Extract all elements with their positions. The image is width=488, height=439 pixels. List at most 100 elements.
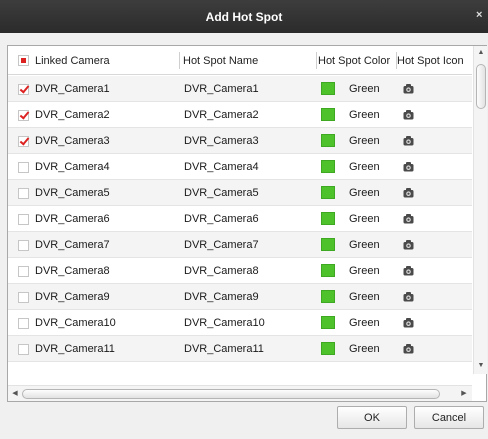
hot-spot-name-cell[interactable]: DVR_Camera2 [184,102,259,128]
camera-icon[interactable] [403,343,414,354]
cancel-button[interactable]: Cancel [414,406,484,429]
hot-spot-color-cell[interactable]: Green [349,76,380,102]
hot-spot-color-swatch[interactable] [321,290,335,303]
hot-spot-color-swatch[interactable] [321,108,335,121]
header-hot-spot-icon[interactable]: Hot Spot Icon [397,46,464,75]
hot-spot-color-cell[interactable]: Green [349,180,380,206]
camera-icon[interactable] [403,83,414,94]
header-separator [179,52,180,69]
table-row[interactable]: DVR_Camera7 DVR_Camera7 Green [8,232,472,258]
vertical-scrollbar[interactable]: ▲ ▼ [473,46,487,374]
row-checkbox[interactable] [18,84,29,95]
camera-icon[interactable] [403,317,414,328]
header-hot-spot-name[interactable]: Hot Spot Name [183,46,258,75]
camera-icon[interactable] [403,109,414,120]
row-checkbox[interactable] [18,344,29,355]
hot-spot-name-cell[interactable]: DVR_Camera6 [184,206,259,232]
horizontal-scrollbar[interactable]: ◀ ▶ [8,385,472,401]
table-row[interactable]: DVR_Camera1 DVR_Camera1 Green [8,76,472,102]
hot-spot-name-cell[interactable]: DVR_Camera10 [184,310,265,336]
camera-icon[interactable] [403,135,414,146]
scroll-down-icon[interactable]: ▼ [474,360,488,372]
header-linked-camera[interactable]: Linked Camera [35,46,110,75]
hot-spot-color-cell[interactable]: Green [349,284,380,310]
hot-spot-color-cell[interactable]: Green [349,310,380,336]
camera-icon[interactable] [403,239,414,250]
row-checkbox[interactable] [18,188,29,199]
dialog-title-bar: Add Hot Spot × [0,0,488,33]
table-row[interactable]: DVR_Camera11 DVR_Camera11 Green [8,336,472,362]
hot-spot-name-cell[interactable]: DVR_Camera8 [184,258,259,284]
linked-camera-cell: DVR_Camera9 [35,291,110,303]
hot-spot-color-swatch[interactable] [321,82,335,95]
camera-icon[interactable] [403,187,414,198]
row-checkbox[interactable] [18,240,29,251]
horizontal-scroll-thumb[interactable] [22,389,440,399]
table-row[interactable]: DVR_Camera4 DVR_Camera4 Green [8,154,472,180]
hot-spot-color-swatch[interactable] [321,238,335,251]
camera-icon[interactable] [403,265,414,276]
hot-spot-color-cell[interactable]: Green [349,102,380,128]
hot-spot-name-cell[interactable]: DVR_Camera9 [184,284,259,310]
row-checkbox[interactable] [18,266,29,277]
table-row[interactable]: DVR_Camera3 DVR_Camera3 Green [8,128,472,154]
row-checkbox[interactable] [18,318,29,329]
row-checkbox[interactable] [18,162,29,173]
hot-spot-color-swatch[interactable] [321,264,335,277]
scroll-right-icon[interactable]: ▶ [458,388,470,400]
hot-spot-color-cell[interactable]: Green [349,336,380,362]
hot-spot-color-swatch[interactable] [321,134,335,147]
hot-spot-name-cell[interactable]: DVR_Camera5 [184,180,259,206]
camera-icon[interactable] [403,291,414,302]
hot-spot-color-cell[interactable]: Green [349,206,380,232]
linked-camera-cell: DVR_Camera6 [35,213,110,225]
hot-spot-color-cell[interactable]: Green [349,232,380,258]
dialog-title: Add Hot Spot [205,9,283,24]
hot-spot-color-cell[interactable]: Green [349,128,380,154]
scroll-left-icon[interactable]: ◀ [9,388,21,400]
linked-camera-cell: DVR_Camera5 [35,187,110,199]
table-row[interactable]: DVR_Camera8 DVR_Camera8 Green [8,258,472,284]
linked-camera-cell: DVR_Camera1 [35,83,110,95]
table-body: DVR_Camera1 DVR_Camera1 Green DVR_Camera… [8,76,472,362]
table-row[interactable]: DVR_Camera2 DVR_Camera2 Green [8,102,472,128]
hot-spot-name-cell[interactable]: DVR_Camera1 [184,76,259,102]
hot-spot-color-swatch[interactable] [321,342,335,355]
camera-icon[interactable] [403,213,414,224]
linked-camera-cell: DVR_Camera7 [35,239,110,251]
header-hot-spot-color[interactable]: Hot Spot Color [318,46,390,75]
dialog-body: Linked Camera Hot Spot Name Hot Spot Col… [0,33,488,439]
camera-icon[interactable] [403,161,414,172]
table-row[interactable]: DVR_Camera10 DVR_Camera10 Green [8,310,472,336]
table-row[interactable]: DVR_Camera9 DVR_Camera9 Green [8,284,472,310]
linked-camera-cell: DVR_Camera2 [35,109,110,121]
hot-spot-name-cell[interactable]: DVR_Camera7 [184,232,259,258]
scroll-up-icon[interactable]: ▲ [474,47,488,59]
row-checkbox[interactable] [18,292,29,303]
table-row[interactable]: DVR_Camera6 DVR_Camera6 Green [8,206,472,232]
linked-camera-cell: DVR_Camera8 [35,265,110,277]
linked-camera-cell: DVR_Camera4 [35,161,110,173]
row-checkbox[interactable] [18,214,29,225]
table-header: Linked Camera Hot Spot Name Hot Spot Col… [8,46,472,75]
ok-button[interactable]: OK [337,406,407,429]
row-checkbox[interactable] [18,136,29,147]
hot-spot-name-cell[interactable]: DVR_Camera4 [184,154,259,180]
vertical-scroll-thumb[interactable] [476,64,486,109]
hot-spot-color-swatch[interactable] [321,186,335,199]
select-all-checkbox[interactable] [18,55,29,66]
table-row[interactable]: DVR_Camera5 DVR_Camera5 Green [8,180,472,206]
hot-spot-color-swatch[interactable] [321,316,335,329]
linked-camera-cell: DVR_Camera3 [35,135,110,147]
linked-camera-cell: DVR_Camera11 [35,343,115,355]
hot-spot-name-cell[interactable]: DVR_Camera11 [184,336,264,362]
hot-spot-table: Linked Camera Hot Spot Name Hot Spot Col… [7,45,487,402]
hot-spot-color-swatch[interactable] [321,160,335,173]
hot-spot-color-cell[interactable]: Green [349,154,380,180]
close-icon[interactable]: × [476,9,486,21]
row-checkbox[interactable] [18,110,29,121]
hot-spot-name-cell[interactable]: DVR_Camera3 [184,128,259,154]
hot-spot-color-cell[interactable]: Green [349,258,380,284]
hot-spot-color-swatch[interactable] [321,212,335,225]
header-separator [316,52,317,69]
